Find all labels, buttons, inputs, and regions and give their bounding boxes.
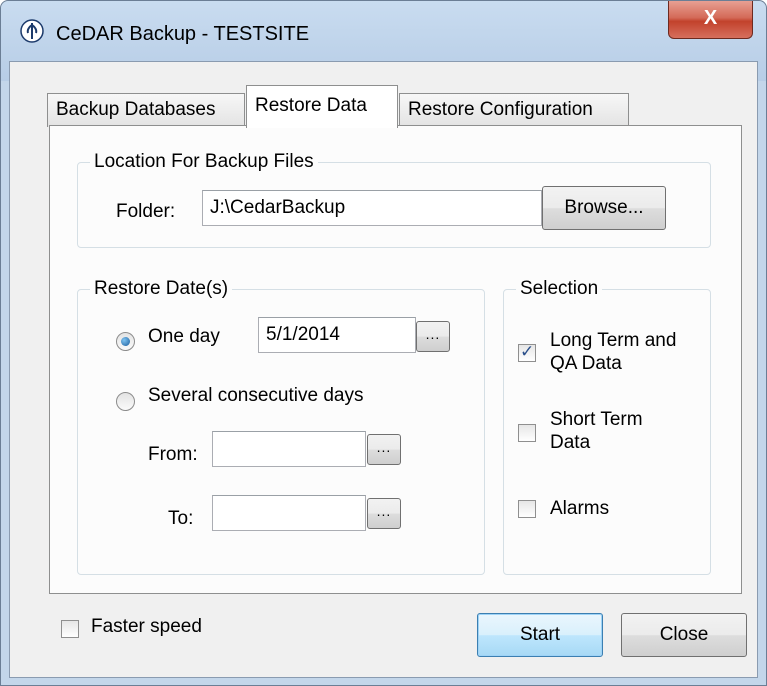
- browse-button[interactable]: Browse...: [542, 186, 666, 230]
- folder-input[interactable]: J:\CedarBackup: [202, 190, 542, 226]
- from-label: From:: [148, 444, 198, 465]
- short-term-label: Short Term Data: [550, 408, 643, 454]
- tab-restore-data[interactable]: Restore Data: [246, 85, 398, 128]
- faster-speed-label: Faster speed: [91, 616, 202, 637]
- long-term-label-line2: QA Data: [550, 353, 622, 374]
- alarms-label: Alarms: [550, 498, 610, 519]
- window-close-button[interactable]: X: [668, 1, 753, 39]
- tab-backup-databases[interactable]: Backup Databases: [47, 93, 245, 127]
- restore-dates-legend: Restore Date(s): [94, 278, 229, 299]
- location-group-legend: Location For Backup Files: [94, 151, 314, 172]
- restore-data-panel: Location For Backup Files Folder: J:\Ced…: [49, 125, 742, 594]
- alarms-checkbox[interactable]: [518, 500, 536, 518]
- window-title: CeDAR Backup - TESTSITE: [56, 23, 310, 45]
- long-term-checkbox[interactable]: [518, 342, 536, 362]
- short-term-label-line2: Data: [550, 432, 591, 453]
- to-date-input[interactable]: [212, 495, 366, 531]
- to-label: To:: [168, 508, 194, 529]
- folder-label: Folder:: [116, 201, 176, 222]
- several-days-radio[interactable]: [116, 392, 135, 411]
- one-day-radio[interactable]: [116, 332, 135, 351]
- long-term-label-line1: Long Term and: [550, 330, 677, 351]
- one-day-date-input[interactable]: 5/1/2014: [258, 317, 416, 353]
- dialog-window: CeDAR Backup - TESTSITE X Backup Databas…: [0, 0, 767, 686]
- one-day-label: One day: [148, 326, 220, 347]
- short-term-label-line1: Short Term: [550, 409, 643, 430]
- close-button[interactable]: Close: [621, 613, 747, 657]
- from-date-input[interactable]: [212, 431, 366, 467]
- cedar-app-icon: [20, 19, 44, 43]
- several-days-label: Several consecutive days: [148, 385, 364, 406]
- one-day-picker-button[interactable]: ...: [416, 321, 450, 352]
- short-term-checkbox[interactable]: [518, 424, 536, 442]
- selection-legend: Selection: [520, 278, 599, 299]
- tab-restore-configuration[interactable]: Restore Configuration: [399, 93, 629, 127]
- faster-speed-checkbox[interactable]: [61, 620, 79, 638]
- long-term-label: Long Term and QA Data: [550, 329, 676, 375]
- from-date-picker-button[interactable]: ...: [367, 434, 401, 465]
- to-date-picker-button[interactable]: ...: [367, 498, 401, 529]
- start-button[interactable]: Start: [477, 613, 603, 657]
